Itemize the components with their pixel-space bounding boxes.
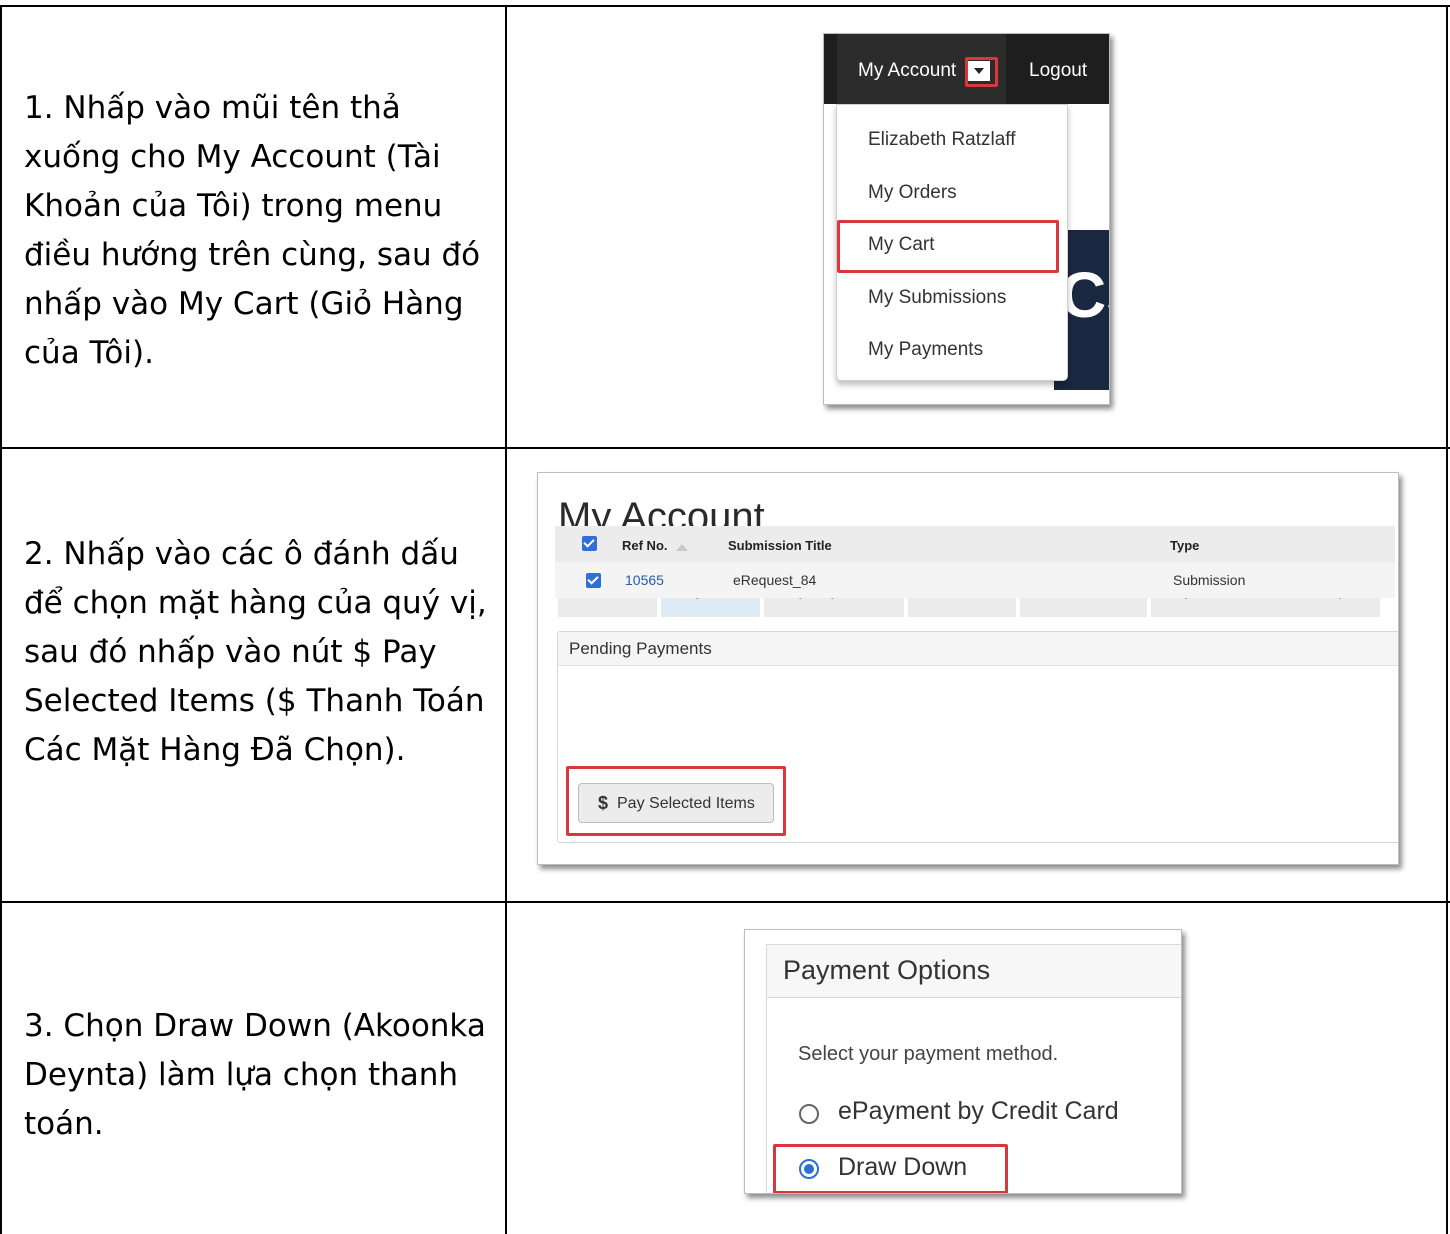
my-account-label: My Account	[858, 60, 957, 81]
column-submission-title[interactable]: Submission Title	[728, 538, 832, 553]
table-border-right	[1446, 5, 1448, 1234]
row-checkbox[interactable]	[586, 573, 601, 588]
column-type[interactable]: Type	[1170, 538, 1199, 553]
panel-title: Pending Payments	[569, 639, 712, 658]
step-3-text: 3. Chọn Draw Down (Akoonka Deynta) làm l…	[24, 1008, 486, 1142]
screenshot-payment-options: Payment Options Select your payment meth…	[744, 929, 1182, 1194]
option-credit-card-label[interactable]: ePayment by Credit Card	[838, 1097, 1119, 1126]
payment-instruction: Select your payment method.	[798, 1043, 1059, 1065]
panel-header: Pending Payments	[558, 632, 1398, 666]
step-1-text: 1. Nhấp vào mũi tên thả xuống cho My Acc…	[24, 90, 481, 371]
ref-number-link[interactable]: 10565	[625, 572, 664, 588]
table-row-divider	[0, 447, 1450, 449]
highlight-caret	[965, 57, 998, 87]
table-border-top	[0, 5, 1450, 7]
table-row: 10565 eRequest_84 Submission	[555, 562, 1395, 598]
submission-title: eRequest_84	[733, 572, 817, 588]
highlight-my-cart	[837, 220, 1059, 273]
payment-options-title: Payment Options	[783, 955, 991, 985]
menu-item-my-orders[interactable]: My Orders	[868, 182, 957, 204]
highlight-draw-down	[773, 1144, 1008, 1193]
screenshot-account-dropdown: My Account Logout CS Elizabeth Ratzlaff …	[823, 33, 1110, 405]
menu-item-my-submissions[interactable]: My Submissions	[868, 287, 1006, 309]
highlight-pay-button	[566, 766, 786, 836]
column-ref-no[interactable]: Ref No.	[622, 538, 668, 553]
menu-item-user-name[interactable]: Elizabeth Ratzlaff	[868, 129, 1016, 151]
menu-item-my-payments[interactable]: My Payments	[868, 339, 983, 361]
radio-credit-card[interactable]	[799, 1104, 819, 1124]
select-all-checkbox[interactable]	[582, 536, 597, 551]
table-header: Ref No. Submission Title Type	[555, 526, 1395, 562]
submission-type: Submission	[1173, 572, 1246, 588]
payment-options-header: Payment Options	[766, 944, 1181, 998]
table-column-divider	[505, 5, 507, 1234]
screenshot-my-cart: My Account Account My Cart My Payments P…	[537, 472, 1399, 865]
table-border-left	[0, 5, 2, 1234]
logout-link[interactable]: Logout	[1029, 60, 1087, 82]
step-2-text: 2. Nhấp vào các ô đánh dấu để chọn mặt h…	[24, 536, 487, 768]
sort-ascending-icon[interactable]	[676, 544, 688, 551]
table-row-divider	[0, 901, 1450, 903]
